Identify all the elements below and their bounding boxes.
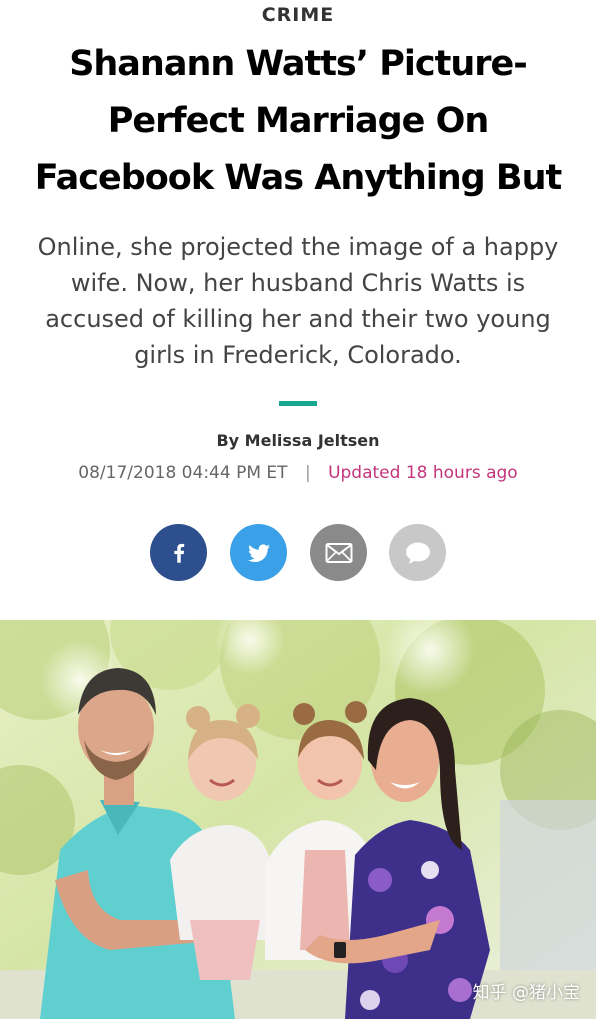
email-icon: [325, 542, 352, 563]
publish-date: 08/17/2018 04:44 PM ET: [78, 463, 288, 483]
twitter-share-button[interactable]: [230, 524, 287, 581]
family-photo: [0, 620, 596, 1019]
byline[interactable]: By Melissa Jeltsen: [0, 431, 596, 450]
facebook-share-button[interactable]: [150, 524, 207, 581]
article-headline: Shanann Watts’ Picture-Perfect Marriage …: [34, 44, 563, 198]
section-label[interactable]: CRIME: [0, 4, 596, 26]
article-photo[interactable]: 知乎 @猪小宝: [0, 620, 596, 1019]
updated-time: Updated 18 hours ago: [328, 463, 518, 483]
facebook-icon: [173, 543, 184, 563]
date-separator: |: [304, 463, 311, 483]
accent-rule: [279, 401, 317, 406]
email-share-button[interactable]: [310, 524, 367, 581]
twitter-icon: [247, 543, 270, 562]
watermark: 知乎 @猪小宝: [472, 983, 580, 1003]
dateline: 08/17/2018 04:44 PM ET | Updated 18 hour…: [0, 463, 596, 483]
comment-button[interactable]: [389, 524, 446, 581]
comment-icon: [405, 542, 430, 564]
article-dek: Online, she projected the image of a hap…: [37, 233, 559, 369]
share-bar: [0, 524, 596, 582]
